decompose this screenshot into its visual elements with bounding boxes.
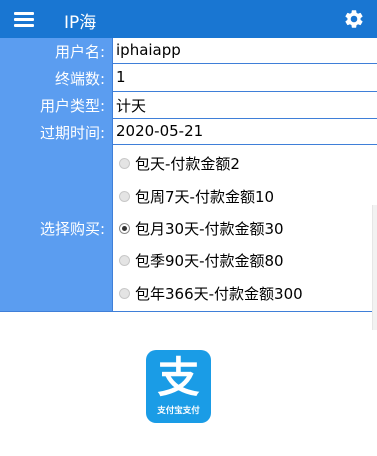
purchase-label: 选择购买: [39,220,105,238]
row-divider [113,91,377,92]
menu-icon[interactable] [14,11,34,27]
app-title: IP海 [64,13,97,33]
terminals-label: 终端数: [54,70,105,88]
account-form: 用户名: iphaiapp 终端数: 1 用户类型: 计天 过期时间: 2020… [0,38,377,311]
user-type-label: 用户类型: [39,97,105,115]
alipay-logo-text: 支付宝支付 [157,406,200,416]
purchase-options: 包天-付款金额2 包周7天-付款金额10 包月30天-付款金额30 包季90天-… [113,145,377,311]
user-type-value: 计天 [116,97,147,115]
username-label: 用户名: [54,43,105,61]
plan-option-label: 包年366天-付款金额300 [135,284,303,303]
row-divider [113,63,377,64]
scroll-edge [372,205,377,330]
radio-button-checked[interactable] [119,222,130,234]
alipay-pay-button[interactable]: 支 支付宝支付 [146,350,211,423]
plan-option-week[interactable]: 包周7天-付款金额10 [119,185,274,207]
username-value: iphaiapp [116,41,181,59]
gear-icon[interactable] [343,8,365,30]
expiry-value: 2020-05-21 [116,122,204,140]
plan-option-year[interactable]: 包年366天-付款金额300 [119,282,303,304]
radio-button[interactable] [119,287,130,299]
form-bottom-border [0,311,377,312]
alipay-logo-icon: 支 [157,353,200,402]
radio-button[interactable] [119,157,130,169]
plan-option-label: 包周7天-付款金额10 [135,187,275,206]
radio-button[interactable] [119,254,130,266]
plan-option-label: 包月30天-付款金额30 [135,219,284,238]
app-bar: IP海 [0,0,377,38]
plan-option-month[interactable]: 包月30天-付款金额30 [119,217,284,239]
expiry-label: 过期时间: [39,124,105,142]
plan-option-label: 包天-付款金额2 [135,154,240,173]
plan-option-quarter[interactable]: 包季90天-付款金额80 [119,249,284,271]
row-divider [113,118,377,119]
plan-option-label: 包季90天-付款金额80 [135,251,284,270]
radio-button[interactable] [119,190,130,202]
terminals-value: 1 [116,68,126,86]
plan-option-day[interactable]: 包天-付款金额2 [119,152,240,174]
